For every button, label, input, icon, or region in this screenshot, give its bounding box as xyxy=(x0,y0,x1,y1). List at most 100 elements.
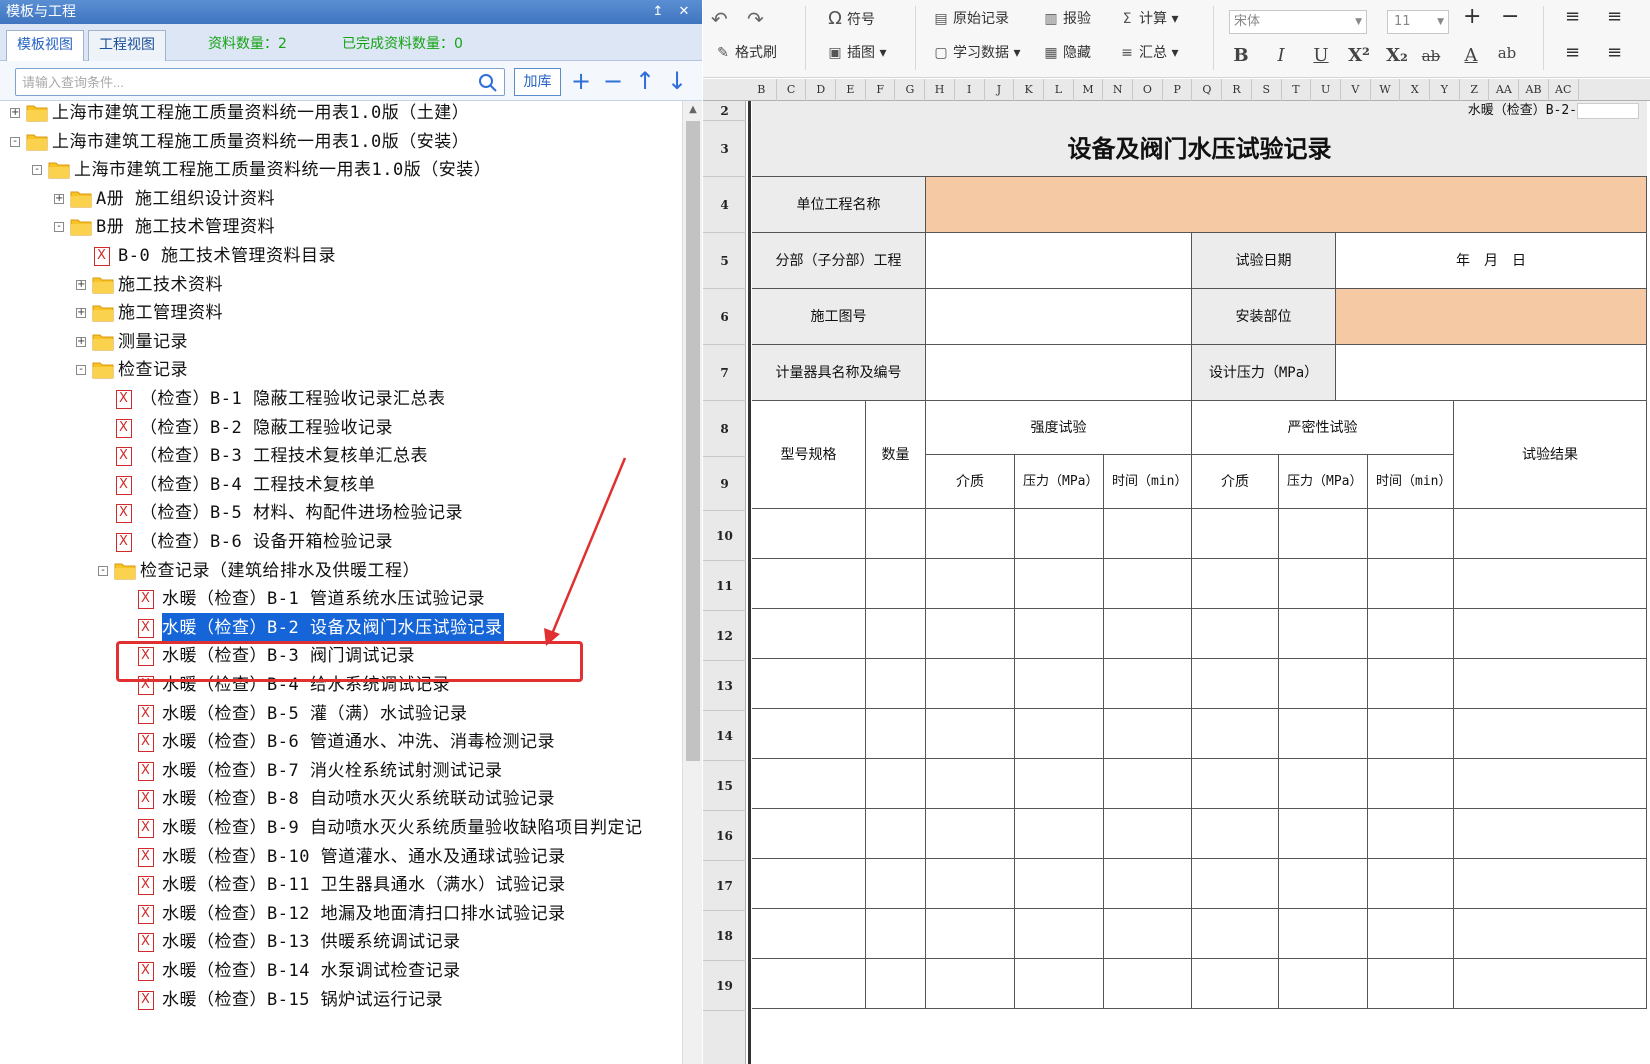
align-middle-icon[interactable]: ≡ xyxy=(1607,6,1622,28)
tree-folder-item[interactable]: + 施工技术资料 xyxy=(0,270,680,300)
column-header[interactable]: AB xyxy=(1519,79,1549,101)
tree-folder-item[interactable]: + A册 施工组织设计资料 xyxy=(0,184,680,214)
format-painter-button[interactable]: ✎ 格式刷 xyxy=(713,42,777,64)
tree-document-item[interactable]: （检查）B-4 工程技术复核单 xyxy=(0,470,680,500)
column-header[interactable]: W xyxy=(1371,79,1401,101)
data-cell[interactable] xyxy=(1368,859,1454,909)
collapse-icon[interactable]: - xyxy=(10,136,20,147)
data-cell[interactable] xyxy=(1192,709,1279,759)
data-cell[interactable] xyxy=(1104,659,1192,709)
row-header[interactable]: 13 xyxy=(703,661,746,711)
tree-document-item[interactable]: 水暖（检查）B-13 供暖系统调试记录 xyxy=(0,927,680,957)
tab-template-view[interactable]: 模板视图 xyxy=(6,30,84,61)
font-grow-button[interactable]: + xyxy=(1463,6,1481,28)
data-cell[interactable] xyxy=(752,759,866,809)
data-cell[interactable] xyxy=(1454,659,1647,709)
data-cell[interactable] xyxy=(1368,709,1454,759)
data-cell[interactable] xyxy=(866,759,926,809)
data-cell[interactable] xyxy=(1279,659,1368,709)
tree-document-item[interactable]: 水暖（检查）B-5 灌（满）水试验记录 xyxy=(0,699,680,729)
plus-icon[interactable]: + xyxy=(568,67,594,95)
tree-document-item[interactable]: （检查）B-3 工程技术复核单汇总表 xyxy=(0,441,680,471)
data-cell[interactable] xyxy=(866,609,926,659)
row-header[interactable]: 11 xyxy=(703,561,746,611)
insert-image-button[interactable]: ▣ 插图 ▾ xyxy=(825,42,886,64)
unit-name-field[interactable] xyxy=(926,177,1647,233)
data-cell[interactable] xyxy=(1104,909,1192,959)
column-header[interactable]: K xyxy=(1014,79,1044,101)
data-cell[interactable] xyxy=(866,659,926,709)
data-cell[interactable] xyxy=(1015,909,1104,959)
data-cell[interactable] xyxy=(1279,959,1368,1009)
tab-project-view[interactable]: 工程视图 xyxy=(88,30,166,61)
design-pressure-field[interactable] xyxy=(1336,345,1647,401)
data-cell[interactable] xyxy=(1104,859,1192,909)
data-cell[interactable] xyxy=(1015,659,1104,709)
tree-document-item[interactable]: 水暖（检查）B-8 自动喷水灭火系统联动试验记录 xyxy=(0,784,680,814)
row-header[interactable]: 8 xyxy=(703,401,746,457)
form-code-number-cell[interactable] xyxy=(1577,103,1639,119)
font-color-button[interactable]: A xyxy=(1459,45,1483,66)
tree-folder-item[interactable]: + 测量记录 xyxy=(0,327,680,357)
collapse-icon[interactable]: - xyxy=(76,365,86,376)
data-cell[interactable] xyxy=(752,609,866,659)
data-cell[interactable] xyxy=(1454,809,1647,859)
data-cell[interactable] xyxy=(1015,509,1104,559)
column-header[interactable]: Y xyxy=(1430,79,1460,101)
data-cell[interactable] xyxy=(866,809,926,859)
data-cell[interactable] xyxy=(1368,659,1454,709)
data-cell[interactable] xyxy=(1279,559,1368,609)
test-date-field[interactable]: 年 月 日 xyxy=(1336,233,1647,289)
tree-document-item[interactable]: （检查）B-6 设备开箱检验记录 xyxy=(0,527,680,557)
data-cell[interactable] xyxy=(752,709,866,759)
data-cell[interactable] xyxy=(1454,559,1647,609)
gauge-field[interactable] xyxy=(926,345,1192,401)
data-cell[interactable] xyxy=(1015,959,1104,1009)
tree-document-item[interactable]: 水暖（检查）B-12 地漏及地面清扫口排水试验记录 xyxy=(0,899,680,929)
data-cell[interactable] xyxy=(1454,959,1647,1009)
arrow-down-icon[interactable]: ↓ xyxy=(664,67,690,95)
data-cell[interactable] xyxy=(1279,859,1368,909)
row-header[interactable]: 9 xyxy=(703,457,746,511)
row-header[interactable]: 3 xyxy=(703,121,746,177)
subproject-field[interactable] xyxy=(926,233,1192,289)
data-cell[interactable] xyxy=(1279,709,1368,759)
phonetic-button[interactable]: ab xyxy=(1495,44,1519,62)
column-header[interactable]: B xyxy=(747,79,777,101)
close-icon[interactable]: ✕ xyxy=(674,0,694,24)
data-cell[interactable] xyxy=(1454,759,1647,809)
data-cell[interactable] xyxy=(866,859,926,909)
study-data-button[interactable]: ▢ 学习数据 ▾ xyxy=(931,42,1020,64)
data-cell[interactable] xyxy=(1192,859,1279,909)
tree-scrollbar[interactable]: ▲ xyxy=(682,101,702,1064)
column-header[interactable]: P xyxy=(1163,79,1193,101)
arrow-up-icon[interactable]: ↑ xyxy=(632,67,658,95)
data-cell[interactable] xyxy=(926,759,1015,809)
superscript-button[interactable]: X² xyxy=(1347,45,1371,66)
data-cell[interactable] xyxy=(1192,609,1279,659)
data-cell[interactable] xyxy=(866,559,926,609)
data-cell[interactable] xyxy=(926,659,1015,709)
inspection-button[interactable]: ▥ 报验 xyxy=(1041,8,1091,30)
data-cell[interactable] xyxy=(1192,909,1279,959)
column-header[interactable]: O xyxy=(1133,79,1163,101)
expand-icon[interactable]: + xyxy=(76,336,86,347)
tree-document-item[interactable]: 水暖（检查）B-15 锅炉试运行记录 xyxy=(0,985,680,1015)
font-shrink-button[interactable]: − xyxy=(1501,6,1519,28)
data-cell[interactable] xyxy=(866,709,926,759)
row-header[interactable]: 2 xyxy=(703,101,746,121)
data-cell[interactable] xyxy=(926,809,1015,859)
tree-document-item[interactable]: （检查）B-2 隐蔽工程验收记录 xyxy=(0,413,680,443)
drawing-number-field[interactable] xyxy=(926,289,1192,345)
data-cell[interactable] xyxy=(1279,509,1368,559)
data-cell[interactable] xyxy=(926,609,1015,659)
tree-document-item[interactable]: 水暖（检查）B-7 消火栓系统试射测试记录 xyxy=(0,756,680,786)
row-header[interactable]: 15 xyxy=(703,761,746,811)
row-header[interactable]: 18 xyxy=(703,911,746,961)
column-header[interactable]: V xyxy=(1341,79,1371,101)
column-header[interactable]: H xyxy=(925,79,955,101)
data-cell[interactable] xyxy=(1192,559,1279,609)
tree-document-item[interactable]: （检查）B-1 隐蔽工程验收记录汇总表 xyxy=(0,384,680,414)
italic-button[interactable]: I xyxy=(1269,45,1293,66)
column-header[interactable]: I xyxy=(955,79,985,101)
